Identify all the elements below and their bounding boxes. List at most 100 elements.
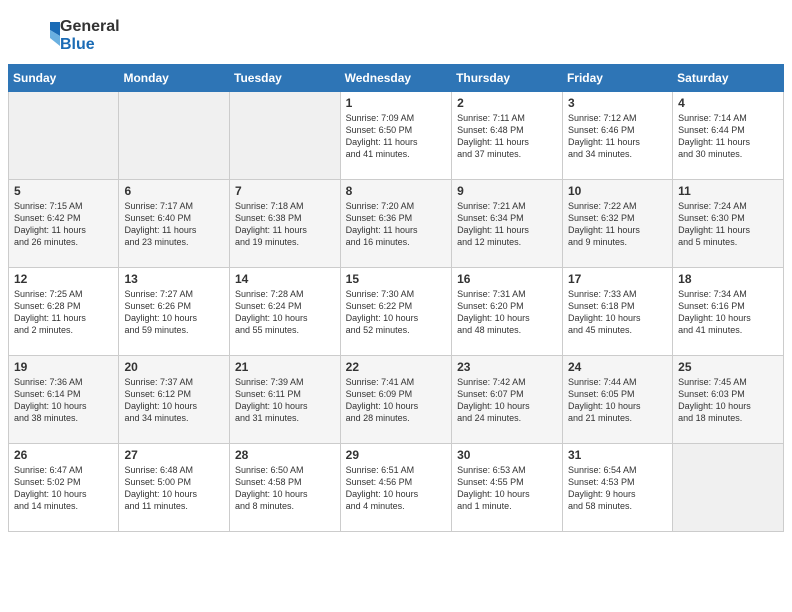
header: GeneralBlue xyxy=(0,0,792,64)
day-cell: 17 Sunrise: 7:33 AM Sunset: 6:18 PM Dayli… xyxy=(562,268,672,356)
day-cell: 8 Sunrise: 7:20 AM Sunset: 6:36 PM Daylig… xyxy=(340,180,451,268)
day-info: Sunrise: 7:11 AM Sunset: 6:48 PM Dayligh… xyxy=(457,112,557,161)
day-cell: 31 Sunrise: 6:54 AM Sunset: 4:53 PM Dayli… xyxy=(562,444,672,532)
week-row-3: 12 Sunrise: 7:25 AM Sunset: 6:28 PM Dayli… xyxy=(9,268,784,356)
day-info: Sunrise: 7:14 AM Sunset: 6:44 PM Dayligh… xyxy=(678,112,778,161)
day-info: Sunrise: 7:36 AM Sunset: 6:14 PM Dayligh… xyxy=(14,376,113,425)
column-header-thursday: Thursday xyxy=(452,65,563,92)
column-header-saturday: Saturday xyxy=(673,65,784,92)
day-number: 23 xyxy=(457,360,557,374)
day-number: 8 xyxy=(346,184,446,198)
day-cell: 25 Sunrise: 7:45 AM Sunset: 6:03 PM Dayli… xyxy=(673,356,784,444)
page-container: GeneralBlue SundayMondayTuesdayWednesday… xyxy=(0,0,792,540)
day-info: Sunrise: 7:42 AM Sunset: 6:07 PM Dayligh… xyxy=(457,376,557,425)
day-number: 25 xyxy=(678,360,778,374)
column-header-tuesday: Tuesday xyxy=(230,65,341,92)
day-number: 28 xyxy=(235,448,335,462)
column-header-sunday: Sunday xyxy=(9,65,119,92)
column-header-wednesday: Wednesday xyxy=(340,65,451,92)
day-info: Sunrise: 7:33 AM Sunset: 6:18 PM Dayligh… xyxy=(568,288,667,337)
day-cell: 4 Sunrise: 7:14 AM Sunset: 6:44 PM Daylig… xyxy=(673,92,784,180)
day-cell: 1 Sunrise: 7:09 AM Sunset: 6:50 PM Daylig… xyxy=(340,92,451,180)
day-cell xyxy=(119,92,230,180)
day-number: 9 xyxy=(457,184,557,198)
day-info: Sunrise: 7:24 AM Sunset: 6:30 PM Dayligh… xyxy=(678,200,778,249)
day-number: 29 xyxy=(346,448,446,462)
day-info: Sunrise: 6:47 AM Sunset: 5:02 PM Dayligh… xyxy=(14,464,113,513)
day-info: Sunrise: 7:18 AM Sunset: 6:38 PM Dayligh… xyxy=(235,200,335,249)
day-cell: 6 Sunrise: 7:17 AM Sunset: 6:40 PM Daylig… xyxy=(119,180,230,268)
day-info: Sunrise: 6:54 AM Sunset: 4:53 PM Dayligh… xyxy=(568,464,667,513)
day-info: Sunrise: 7:17 AM Sunset: 6:40 PM Dayligh… xyxy=(124,200,224,249)
day-cell: 30Sunrise: 6:53 AM Sunset: 4:55 PM Dayli… xyxy=(452,444,563,532)
day-info: Sunrise: 7:39 AM Sunset: 6:11 PM Dayligh… xyxy=(235,376,335,425)
day-info: Sunrise: 7:09 AM Sunset: 6:50 PM Dayligh… xyxy=(346,112,446,161)
day-cell: 16 Sunrise: 7:31 AM Sunset: 6:20 PM Dayli… xyxy=(452,268,563,356)
calendar-table: SundayMondayTuesdayWednesdayThursdayFrid… xyxy=(8,64,784,532)
day-number: 20 xyxy=(124,360,224,374)
day-number: 2 xyxy=(457,96,557,110)
day-cell: 20 Sunrise: 7:37 AM Sunset: 6:12 PM Dayli… xyxy=(119,356,230,444)
day-number: 11 xyxy=(678,184,778,198)
calendar-wrapper: SundayMondayTuesdayWednesdayThursdayFrid… xyxy=(0,64,792,540)
day-cell: 19 Sunrise: 7:36 AM Sunset: 6:14 PM Dayli… xyxy=(9,356,119,444)
day-number: 4 xyxy=(678,96,778,110)
day-cell: 27 Sunrise: 6:48 AM Sunset: 5:00 PM Dayli… xyxy=(119,444,230,532)
logo-text: GeneralBlue xyxy=(60,18,120,53)
day-info: Sunrise: 6:48 AM Sunset: 5:00 PM Dayligh… xyxy=(124,464,224,513)
day-number: 10 xyxy=(568,184,667,198)
day-info: Sunrise: 7:21 AM Sunset: 6:34 PM Dayligh… xyxy=(457,200,557,249)
day-cell: 29 Sunrise: 6:51 AM Sunset: 4:56 PM Dayli… xyxy=(340,444,451,532)
logo-blue: Blue xyxy=(60,36,120,54)
day-cell: 5Sunrise: 7:15 AM Sunset: 6:42 PM Daylig… xyxy=(9,180,119,268)
day-number: 31 xyxy=(568,448,667,462)
calendar-header: SundayMondayTuesdayWednesdayThursdayFrid… xyxy=(9,65,784,92)
day-cell: 3Sunrise: 7:12 AM Sunset: 6:46 PM Daylig… xyxy=(562,92,672,180)
column-header-monday: Monday xyxy=(119,65,230,92)
day-number: 27 xyxy=(124,448,224,462)
day-number: 13 xyxy=(124,272,224,286)
day-info: Sunrise: 6:50 AM Sunset: 4:58 PM Dayligh… xyxy=(235,464,335,513)
day-info: Sunrise: 7:25 AM Sunset: 6:28 PM Dayligh… xyxy=(14,288,113,337)
day-cell: 9 Sunrise: 7:21 AM Sunset: 6:34 PM Daylig… xyxy=(452,180,563,268)
day-number: 19 xyxy=(14,360,113,374)
day-info: Sunrise: 7:45 AM Sunset: 6:03 PM Dayligh… xyxy=(678,376,778,425)
day-cell: 21 Sunrise: 7:39 AM Sunset: 6:11 PM Dayli… xyxy=(230,356,341,444)
day-cell: 2 Sunrise: 7:11 AM Sunset: 6:48 PM Daylig… xyxy=(452,92,563,180)
day-number: 15 xyxy=(346,272,446,286)
day-number: 16 xyxy=(457,272,557,286)
day-info: Sunrise: 6:51 AM Sunset: 4:56 PM Dayligh… xyxy=(346,464,446,513)
day-number: 26 xyxy=(14,448,113,462)
day-cell: 7 Sunrise: 7:18 AM Sunset: 6:38 PM Daylig… xyxy=(230,180,341,268)
day-cell: 13Sunrise: 7:27 AM Sunset: 6:26 PM Dayli… xyxy=(119,268,230,356)
day-cell: 28 Sunrise: 6:50 AM Sunset: 4:58 PM Dayli… xyxy=(230,444,341,532)
day-info: Sunrise: 7:37 AM Sunset: 6:12 PM Dayligh… xyxy=(124,376,224,425)
day-cell xyxy=(9,92,119,180)
day-number: 12 xyxy=(14,272,113,286)
day-info: Sunrise: 7:28 AM Sunset: 6:24 PM Dayligh… xyxy=(235,288,335,337)
day-number: 18 xyxy=(678,272,778,286)
day-cell xyxy=(230,92,341,180)
day-number: 1 xyxy=(346,96,446,110)
logo-general: General xyxy=(60,18,120,36)
day-info: Sunrise: 7:34 AM Sunset: 6:16 PM Dayligh… xyxy=(678,288,778,337)
day-number: 5 xyxy=(14,184,113,198)
week-row-2: 5Sunrise: 7:15 AM Sunset: 6:42 PM Daylig… xyxy=(9,180,784,268)
week-row-1: 1 Sunrise: 7:09 AM Sunset: 6:50 PM Daylig… xyxy=(9,92,784,180)
day-number: 14 xyxy=(235,272,335,286)
day-cell xyxy=(673,444,784,532)
header-row: SundayMondayTuesdayWednesdayThursdayFrid… xyxy=(9,65,784,92)
day-info: Sunrise: 7:20 AM Sunset: 6:36 PM Dayligh… xyxy=(346,200,446,249)
day-info: Sunrise: 7:22 AM Sunset: 6:32 PM Dayligh… xyxy=(568,200,667,249)
day-number: 6 xyxy=(124,184,224,198)
logo-svg xyxy=(24,18,60,54)
day-number: 3 xyxy=(568,96,667,110)
day-info: Sunrise: 7:31 AM Sunset: 6:20 PM Dayligh… xyxy=(457,288,557,337)
day-info: Sunrise: 7:44 AM Sunset: 6:05 PM Dayligh… xyxy=(568,376,667,425)
day-number: 21 xyxy=(235,360,335,374)
day-cell: 18 Sunrise: 7:34 AM Sunset: 6:16 PM Dayli… xyxy=(673,268,784,356)
week-row-4: 19 Sunrise: 7:36 AM Sunset: 6:14 PM Dayli… xyxy=(9,356,784,444)
day-info: Sunrise: 7:41 AM Sunset: 6:09 PM Dayligh… xyxy=(346,376,446,425)
day-number: 7 xyxy=(235,184,335,198)
day-number: 17 xyxy=(568,272,667,286)
